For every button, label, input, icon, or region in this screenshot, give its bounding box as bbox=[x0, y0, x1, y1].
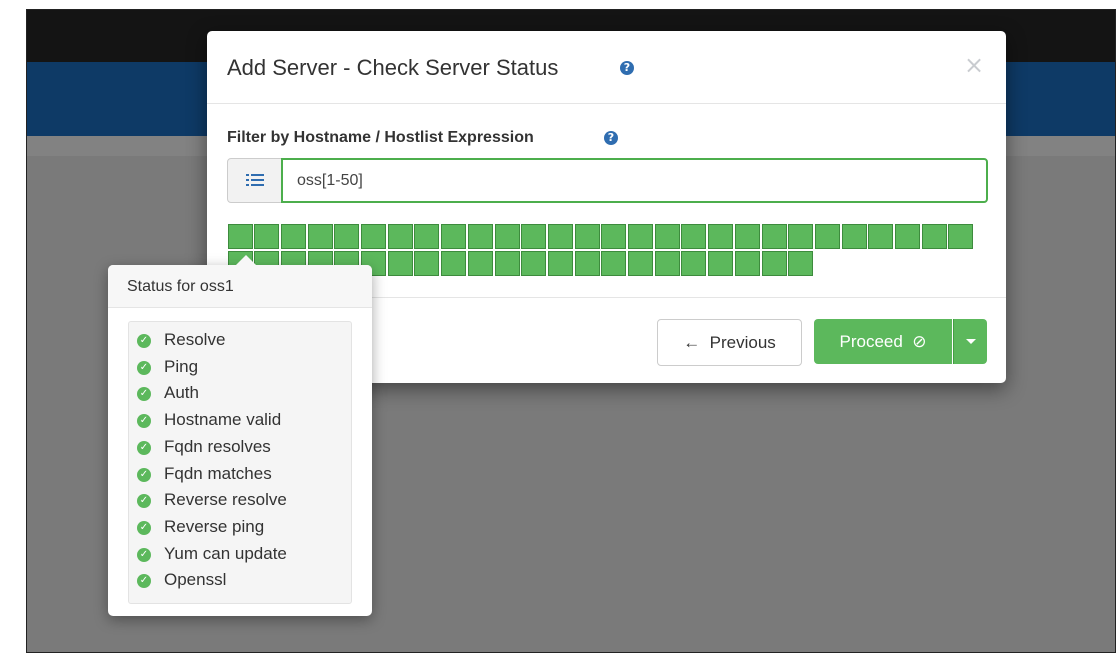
server-status-cell[interactable] bbox=[922, 224, 947, 249]
status-check-label: Resolve bbox=[164, 330, 226, 349]
server-status-cell[interactable] bbox=[762, 251, 787, 276]
server-status-cell[interactable] bbox=[334, 224, 359, 249]
server-status-cell[interactable] bbox=[254, 224, 279, 249]
check-circle-icon: ✓ bbox=[137, 547, 151, 562]
filter-input-group bbox=[227, 158, 988, 203]
server-status-cell[interactable] bbox=[388, 224, 413, 249]
server-status-cell[interactable] bbox=[628, 251, 653, 276]
server-status-cell[interactable] bbox=[868, 224, 893, 249]
server-status-cell[interactable] bbox=[681, 224, 706, 249]
caret-down-icon bbox=[966, 339, 976, 344]
server-status-cell[interactable] bbox=[655, 224, 680, 249]
status-check-label: Fqdn resolves bbox=[164, 436, 271, 456]
check-circle-icon: ✓ bbox=[137, 334, 151, 348]
help-icon[interactable]: ? bbox=[604, 131, 618, 145]
check-circle-icon: ✓ bbox=[137, 574, 151, 589]
server-status-cell[interactable] bbox=[495, 251, 520, 276]
check-circle-icon: ✓ bbox=[137, 520, 151, 535]
server-status-cell[interactable] bbox=[788, 224, 813, 249]
previous-button[interactable]: ← Previous bbox=[657, 319, 802, 366]
hostlist-expression-input[interactable] bbox=[281, 158, 988, 203]
server-status-cell[interactable] bbox=[575, 224, 600, 249]
server-status-cell[interactable] bbox=[575, 251, 600, 276]
server-status-cell[interactable] bbox=[414, 224, 439, 249]
hostlist-toggle-button[interactable] bbox=[227, 158, 282, 203]
status-check-label: Yum can update bbox=[164, 543, 287, 563]
status-check-label: Ping bbox=[164, 356, 199, 376]
server-status-cell[interactable] bbox=[601, 224, 626, 249]
server-status-popover: Status for oss1 ✓ Resolve ✓ Ping ✓ Auth ✓ Hostn… bbox=[108, 255, 372, 616]
server-status-cell[interactable] bbox=[895, 224, 920, 249]
previous-label: Previous bbox=[709, 333, 776, 352]
arrow-left-icon: ← bbox=[683, 333, 701, 352]
server-status-cell[interactable] bbox=[441, 224, 466, 249]
status-check-label: Openssl bbox=[164, 570, 227, 590]
server-status-cell[interactable] bbox=[735, 251, 760, 276]
server-status-cell[interactable] bbox=[521, 224, 546, 249]
popover-arrow bbox=[236, 255, 256, 265]
proceed-label: Proceed bbox=[839, 332, 903, 351]
help-icon[interactable]: ? bbox=[620, 61, 634, 75]
server-status-cell[interactable] bbox=[655, 251, 680, 276]
server-status-cell[interactable] bbox=[388, 251, 413, 276]
list-icon bbox=[246, 173, 264, 187]
filter-label: Filter by Hostname / Hostlist Expression bbox=[227, 129, 534, 146]
server-status-cell[interactable] bbox=[708, 251, 733, 276]
server-status-cell[interactable] bbox=[628, 224, 653, 249]
check-circle-icon: ✓ bbox=[137, 414, 151, 429]
server-status-cell[interactable] bbox=[495, 224, 520, 249]
check-circle-icon: ✓ bbox=[137, 360, 151, 375]
server-status-cell[interactable] bbox=[521, 251, 546, 276]
server-status-cell[interactable] bbox=[468, 224, 493, 249]
server-status-cell[interactable] bbox=[788, 251, 813, 276]
check-circle-icon: ⊘ bbox=[912, 332, 927, 351]
popover-title: Status for oss1 bbox=[108, 265, 372, 308]
proceed-button[interactable]: Proceed ⊘ bbox=[814, 319, 952, 364]
server-status-cell[interactable] bbox=[414, 251, 439, 276]
modal-header: Add Server - Check Server Status ? × bbox=[207, 31, 1006, 104]
check-circle-icon: ✓ bbox=[137, 494, 151, 509]
server-status-cell[interactable] bbox=[548, 224, 573, 249]
server-status-cell[interactable] bbox=[281, 224, 306, 249]
server-status-cell[interactable] bbox=[361, 224, 386, 249]
status-check-label: Auth bbox=[164, 383, 199, 403]
proceed-dropdown-toggle[interactable] bbox=[953, 319, 987, 364]
check-circle-icon: ✓ bbox=[137, 440, 151, 455]
status-check-label: Reverse ping bbox=[164, 516, 265, 536]
server-status-cell[interactable] bbox=[601, 251, 626, 276]
server-status-cell[interactable] bbox=[681, 251, 706, 276]
server-status-cell[interactable] bbox=[308, 224, 333, 249]
status-check-label: Fqdn matches bbox=[164, 463, 272, 483]
status-check-list: ✓ Resolve ✓ Ping ✓ Auth ✓ Hostname valid ✓ Fqdn r… bbox=[128, 321, 352, 604]
server-status-cell[interactable] bbox=[842, 224, 867, 249]
server-status-cell[interactable] bbox=[468, 251, 493, 276]
check-circle-icon: ✓ bbox=[137, 387, 151, 402]
server-status-cell[interactable] bbox=[548, 251, 573, 276]
server-status-cell[interactable] bbox=[762, 224, 787, 249]
modal-title: Add Server - Check Server Status bbox=[227, 55, 559, 80]
server-status-cell[interactable] bbox=[228, 224, 253, 249]
server-status-cell[interactable] bbox=[708, 224, 733, 249]
status-check-label: Reverse resolve bbox=[164, 490, 287, 510]
check-circle-icon: ✓ bbox=[137, 467, 151, 482]
server-status-cell[interactable] bbox=[441, 251, 466, 276]
server-status-cell[interactable] bbox=[735, 224, 760, 249]
close-icon[interactable]: × bbox=[964, 51, 984, 79]
server-status-cell[interactable] bbox=[815, 224, 840, 249]
server-status-cell[interactable] bbox=[948, 224, 973, 249]
status-check-label: Hostname valid bbox=[164, 410, 282, 430]
